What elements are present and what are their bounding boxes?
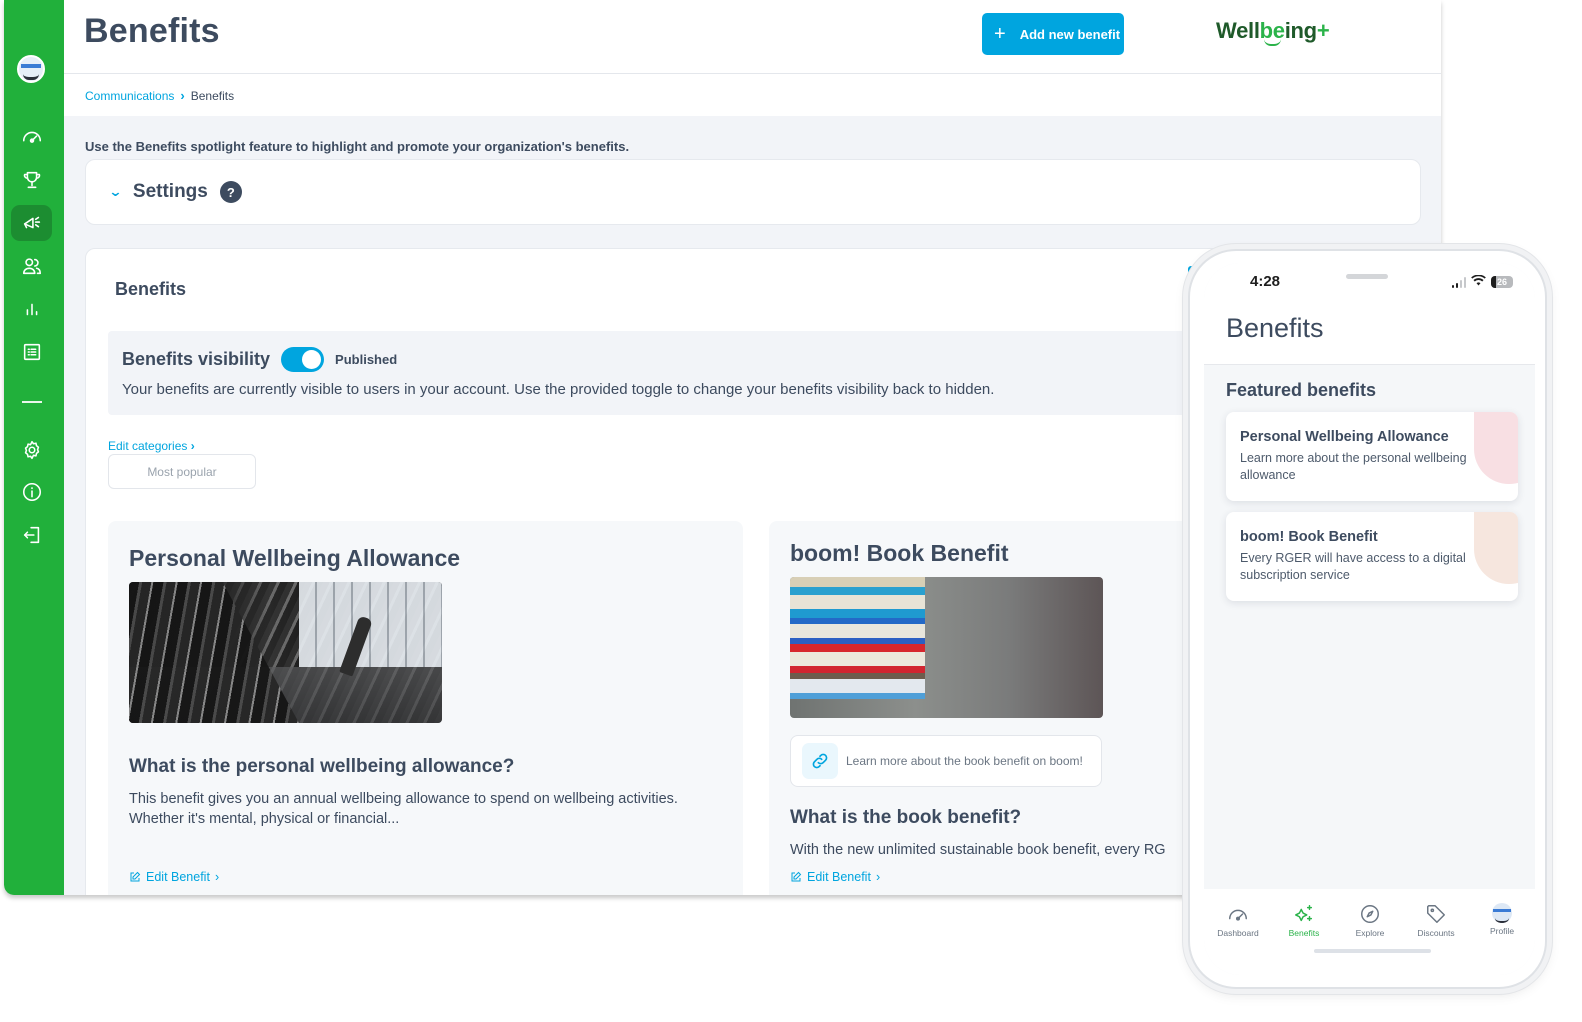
gauge-icon [22,131,41,143]
featured-benefits-heading: Featured benefits [1226,380,1377,400]
help-icon[interactable]: ? [219,181,242,203]
benefit-title: boom! Book Benefit [790,540,1009,566]
visibility-box: Benefits visibility Published Your benef… [108,331,1308,415]
chevron-right-icon: › [180,88,185,103]
page-header: Benefits + Add new benefit Wellbeing+ [64,0,1441,74]
breadcrumb: Communications › Benefits [85,88,234,103]
mobile-page-title: Benefits [1226,313,1324,343]
wifi-icon [1471,273,1486,291]
chevron-right-icon: › [875,870,881,884]
sidebar-item-communications[interactable] [11,205,52,241]
benefit-image-books [790,577,1103,718]
tab-benefits[interactable]: Benefits [1272,903,1336,938]
featured-benefit-title: boom! Book Benefit [1240,529,1378,545]
benefit-description: This benefit gives you an annual wellbei… [129,791,678,827]
battery-icon: 26 [1491,276,1513,288]
sparkles-icon [1295,905,1313,922]
tag-icon [1427,905,1445,923]
benefit-external-link[interactable]: Learn more about the book benefit on boo… [790,735,1102,787]
featured-benefit-card[interactable]: boom! Book Benefit Every RGER will have … [1226,512,1518,601]
tab-profile[interactable]: Profile [1470,903,1534,936]
plus-icon: + [994,23,1006,45]
list-icon [23,343,40,361]
settings-label: Settings [132,181,208,202]
benefit-subtitle: What is the personal wellbeing allowance… [129,756,515,777]
gauge-icon [1229,909,1247,921]
toggle-knob [302,350,322,369]
status-bar: 4:28 26 [1204,263,1535,307]
visibility-label: Benefits visibility [122,349,271,369]
sidebar [4,0,64,895]
add-new-benefit-button[interactable]: + Add new benefit [982,13,1124,55]
visibility-state: Published [335,352,398,367]
breadcrumb-benefits: Benefits [190,88,235,103]
mobile-header: Benefits [1204,307,1535,365]
tab-dashboard[interactable]: Dashboard [1206,903,1270,938]
brand-logo: Wellbeing+ [1216,18,1330,43]
featured-benefit-description: Every RGER will have access to a digital… [1240,551,1466,582]
benefit-image-gym [129,582,442,723]
page-title: Benefits [84,12,220,50]
sidebar-item-awards[interactable] [11,162,52,198]
sidebar-item-users[interactable] [11,248,52,284]
sidebar-item-analytics[interactable] [11,291,52,327]
tab-explore[interactable]: Explore [1338,903,1402,938]
compass-icon [1361,905,1379,923]
sidebar-item-info[interactable] [11,474,52,510]
breadcrumb-bar: Communications › Benefits [64,74,1441,116]
phone-mockup: 4:28 26 Benefits Featured benefits Perso… [1188,249,1547,989]
add-new-benefit-label: Add new benefit [1019,26,1121,42]
sidebar-item-reports[interactable] [11,334,52,370]
featured-benefit-description: Learn more about the personal wellbeing … [1240,451,1467,482]
link-text: Learn more about the book benefit on boo… [846,754,1083,768]
logout-icon [23,526,39,544]
featured-benefit-card[interactable]: Personal Wellbeing Allowance Learn more … [1226,412,1518,501]
avatar-icon [1492,903,1512,923]
breadcrumb-communications[interactable]: Communications [85,89,174,103]
benefit-subtitle: What is the book benefit? [790,807,1022,828]
benefit-description: With the new unlimited sustainable book … [790,842,1166,858]
status-time: 4:28 [1250,273,1281,290]
visibility-toggle[interactable] [281,347,325,372]
category-chip[interactable]: Most popular [108,454,256,489]
intro-text: Use the Benefits spotlight feature to hi… [85,139,630,154]
benefits-panel-title: Benefits [115,279,187,299]
benefit-title: Personal Wellbeing Allowance [129,545,461,571]
chevron-down-icon: ⌄ [108,184,123,199]
dynamic-island [1346,274,1388,279]
bar-chart-icon [26,303,37,316]
edit-benefit-link[interactable]: Edit Benefit › [790,870,880,884]
settings-accordion[interactable]: ⌄ Settings ? [85,159,1421,225]
tab-discounts[interactable]: Discounts [1404,903,1468,938]
edit-icon [130,871,141,882]
home-indicator [1314,949,1431,953]
visibility-description: Your benefits are currently visible to u… [122,381,995,398]
link-icon [802,743,838,779]
mobile-tab-bar: Dashboard Benefits Explore Discounts Pro… [1204,889,1535,975]
sidebar-item-settings[interactable] [11,432,52,468]
trophy-icon [23,171,40,189]
gear-icon [24,440,39,460]
megaphone-icon [23,216,40,229]
featured-benefit-title: Personal Wellbeing Allowance [1240,429,1449,445]
edit-icon [791,871,802,882]
users-icon [22,258,41,275]
info-icon [22,482,41,502]
edit-benefit-link[interactable]: Edit Benefit › [129,870,219,884]
phone-screen: 4:28 26 Benefits Featured benefits Perso… [1204,263,1535,975]
sidebar-item-dashboard[interactable] [11,119,52,155]
chevron-right-icon: › [214,870,220,884]
benefit-card: Personal Wellbeing Allowance What is the… [108,521,743,895]
signal-icon [1451,276,1466,288]
sidebar-item-logout[interactable] [11,517,52,553]
edit-categories-link[interactable]: Edit categories › [108,439,195,453]
sidebar-divider [22,401,42,403]
chevron-right-icon: › [190,439,195,453]
user-avatar[interactable] [17,55,45,83]
